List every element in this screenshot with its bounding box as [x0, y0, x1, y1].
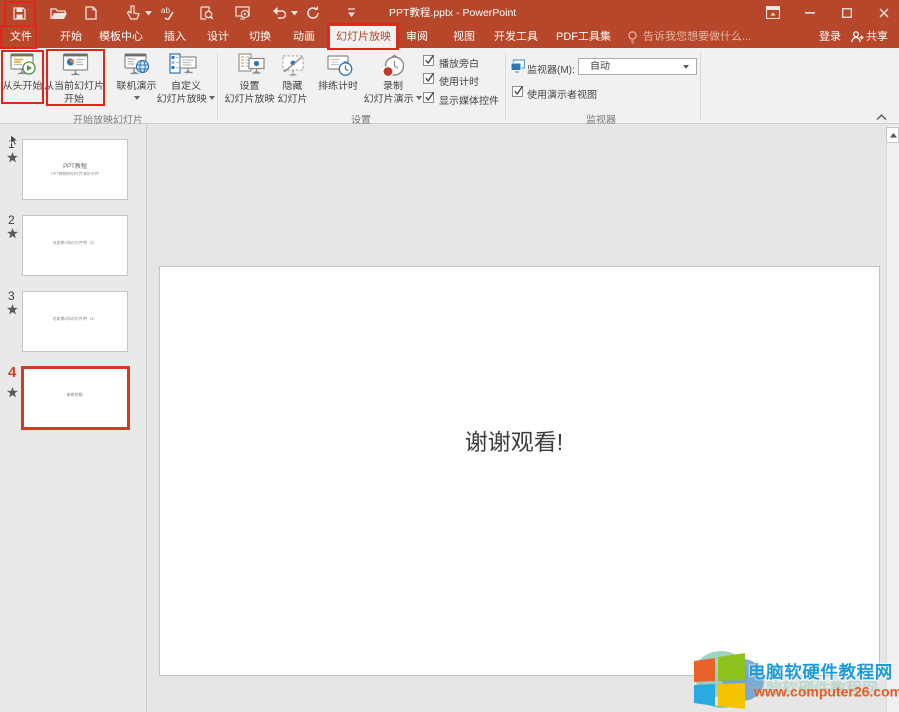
- svg-text:www.computer26.com: www.computer26.com: [753, 684, 899, 700]
- svg-text:电脑软硬件教程网: 电脑软硬件教程网: [748, 659, 893, 684]
- svg-text:ab: ab: [161, 6, 170, 15]
